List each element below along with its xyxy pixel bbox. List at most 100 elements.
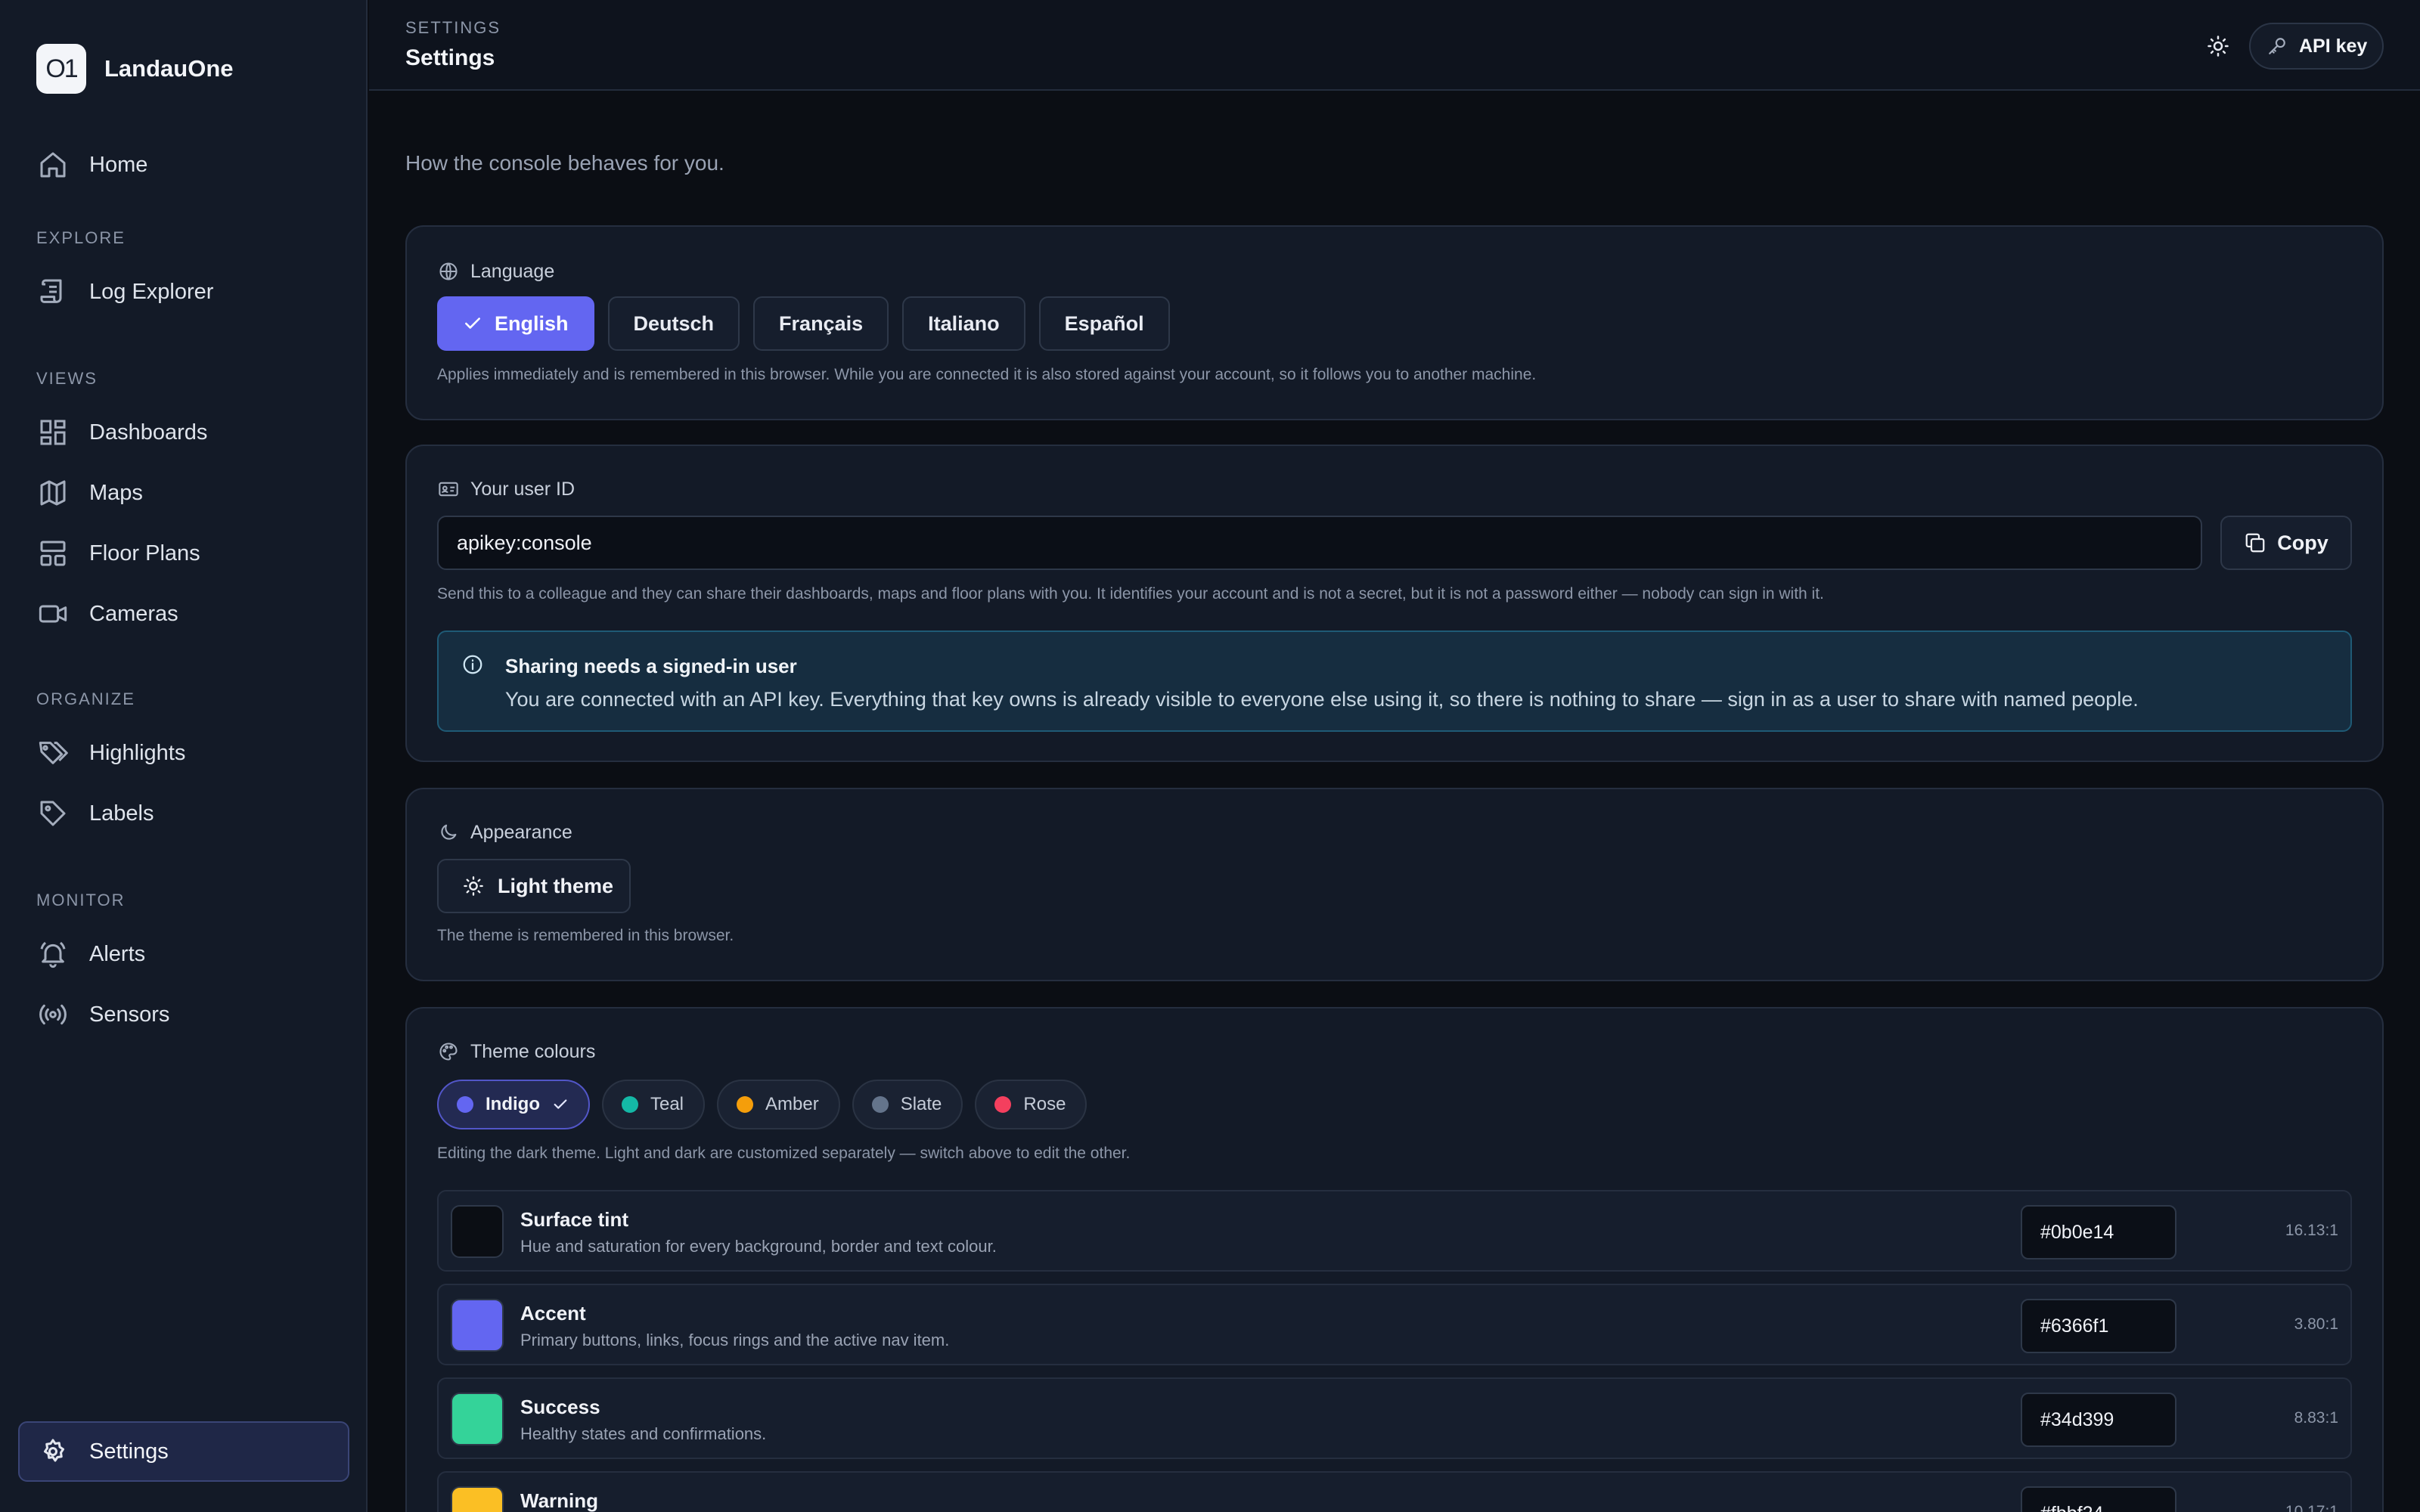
nav-section-monitor: MONITOR (36, 891, 126, 909)
hex-value: #0b0e14 (2040, 1221, 2114, 1243)
sidebar-item-cameras[interactable]: Cameras (36, 591, 178, 637)
user-id-heading: Your user ID (437, 478, 575, 500)
color-swatch[interactable] (451, 1205, 504, 1258)
home-icon (36, 148, 70, 181)
preset-slate[interactable]: Slate (852, 1080, 963, 1129)
preset-label: Amber (765, 1094, 819, 1114)
tags-icon (36, 736, 70, 770)
color-swatch[interactable] (451, 1299, 504, 1352)
language-option-label: Français (779, 311, 864, 335)
language-heading-label: Language (470, 260, 555, 282)
language-heading: Language (437, 260, 554, 283)
contrast-ratio: 3.80:1 (2294, 1315, 2338, 1333)
user-id-heading-label: Your user ID (470, 478, 576, 500)
nav-section-explore: EXPLORE (36, 228, 126, 247)
tag-icon (36, 797, 70, 830)
sidebar-item-label: Log Explorer (89, 279, 214, 304)
contrast-ratio: 10.17:1 (2285, 1503, 2338, 1512)
color-swatch[interactable] (451, 1393, 504, 1445)
language-options: English Deutsch Français Italiano Españo… (437, 296, 1170, 351)
preset-rose[interactable]: Rose (975, 1080, 1087, 1129)
language-option-label: English (495, 311, 569, 335)
check-icon (463, 314, 482, 333)
sidebar-item-home[interactable]: Home (36, 142, 147, 187)
color-name: Surface tint (520, 1208, 629, 1231)
copy-button[interactable]: Copy (2220, 516, 2352, 570)
top-header: SETTINGS Settings API key (369, 0, 2420, 91)
sidebar-item-log-explorer[interactable]: Log Explorer (36, 269, 213, 314)
sidebar-item-label: Settings (89, 1439, 169, 1464)
breadcrumb: SETTINGS (405, 18, 501, 37)
color-swatch[interactable] (451, 1486, 504, 1512)
sharing-notice: Sharing needs a signed-in user You are c… (437, 631, 2352, 732)
color-description: Hue and saturation for every background,… (520, 1237, 997, 1256)
sidebar-item-label: Cameras (89, 601, 178, 626)
broadcast-icon (36, 998, 70, 1031)
hex-input[interactable]: #0b0e14 (2021, 1205, 2176, 1259)
preset-amber[interactable]: Amber (717, 1080, 840, 1129)
preset-indigo[interactable]: Indigo (437, 1080, 590, 1129)
brand[interactable]: O1 LandauOne (36, 44, 234, 94)
hex-input[interactable]: #fbbf24 (2021, 1486, 2176, 1512)
color-row-success: Success Healthy states and confirmations… (437, 1377, 2352, 1459)
color-dot (737, 1096, 754, 1113)
color-dot (994, 1096, 1012, 1113)
globe-icon (437, 260, 460, 283)
sidebar-item-alerts[interactable]: Alerts (36, 931, 145, 977)
color-row-surface-tint: Surface tint Hue and saturation for ever… (437, 1190, 2352, 1272)
preset-label: Teal (650, 1094, 684, 1114)
theme-colours-hint: Editing the dark theme. Light and dark a… (437, 1145, 1131, 1162)
app-name: LandauOne (104, 55, 234, 82)
language-option-espanol[interactable]: Español (1038, 296, 1170, 351)
id-card-icon (437, 478, 460, 500)
copy-button-label: Copy (2277, 531, 2328, 554)
sidebar-item-label: Highlights (89, 740, 186, 765)
color-dot (621, 1096, 638, 1113)
sidebar-item-label: Home (89, 152, 148, 177)
color-description: Healthy states and confirmations. (520, 1424, 767, 1443)
theme-toggle-button[interactable] (2199, 27, 2237, 65)
language-option-francais[interactable]: Français (753, 296, 889, 351)
color-dot (871, 1096, 889, 1113)
sidebar-item-settings[interactable]: Settings (18, 1421, 349, 1482)
user-id-value: apikey:console (457, 531, 592, 554)
language-option-deutsch[interactable]: Deutsch (607, 296, 740, 351)
language-option-label: Italiano (928, 311, 1000, 335)
language-option-italiano[interactable]: Italiano (902, 296, 1025, 351)
sidebar-item-sensors[interactable]: Sensors (36, 992, 169, 1037)
preset-teal[interactable]: Teal (601, 1080, 706, 1129)
theme-colours-heading: Theme colours (437, 1040, 595, 1063)
language-option-label: Español (1064, 311, 1144, 335)
key-icon (2267, 36, 2287, 56)
sidebar-item-floor-plans[interactable]: Floor Plans (36, 531, 200, 576)
color-name: Warning (520, 1489, 599, 1512)
color-row-warning: Warning #fbbf24 10.17:1 (437, 1471, 2352, 1512)
user-id-field[interactable]: apikey:console (437, 516, 2202, 570)
api-key-label: API key (2299, 35, 2368, 57)
language-card: Language English Deutsch Français Italia… (405, 225, 2384, 420)
sidebar-item-highlights[interactable]: Highlights (36, 730, 185, 776)
user-id-card: Your user ID apikey:console Copy Send th… (405, 445, 2384, 762)
preset-label: Indigo (486, 1094, 540, 1114)
sidebar-item-label: Maps (89, 480, 143, 505)
check-icon (552, 1096, 569, 1113)
hex-input[interactable]: #34d399 (2021, 1393, 2176, 1447)
gear-icon (38, 1436, 68, 1467)
language-option-english[interactable]: English (437, 296, 594, 351)
nav-section-organize: ORGANIZE (36, 689, 135, 708)
preset-label: Rose (1023, 1094, 1066, 1114)
info-icon (461, 653, 484, 676)
theme-presets: Indigo Teal Amber Slate Rose (437, 1080, 1087, 1129)
sidebar-item-labels[interactable]: Labels (36, 791, 154, 836)
map-icon (36, 476, 70, 510)
bell-icon (36, 937, 70, 971)
hex-value: #fbbf24 (2040, 1503, 2103, 1512)
sidebar-item-maps[interactable]: Maps (36, 470, 143, 516)
color-name: Accent (520, 1302, 586, 1325)
video-camera-icon (36, 597, 70, 631)
hex-input[interactable]: #6366f1 (2021, 1299, 2176, 1353)
color-row-accent: Accent Primary buttons, links, focus rin… (437, 1284, 2352, 1365)
light-theme-button[interactable]: Light theme (437, 859, 631, 913)
sidebar-item-dashboards[interactable]: Dashboards (36, 410, 207, 455)
api-key-button[interactable]: API key (2249, 23, 2384, 70)
